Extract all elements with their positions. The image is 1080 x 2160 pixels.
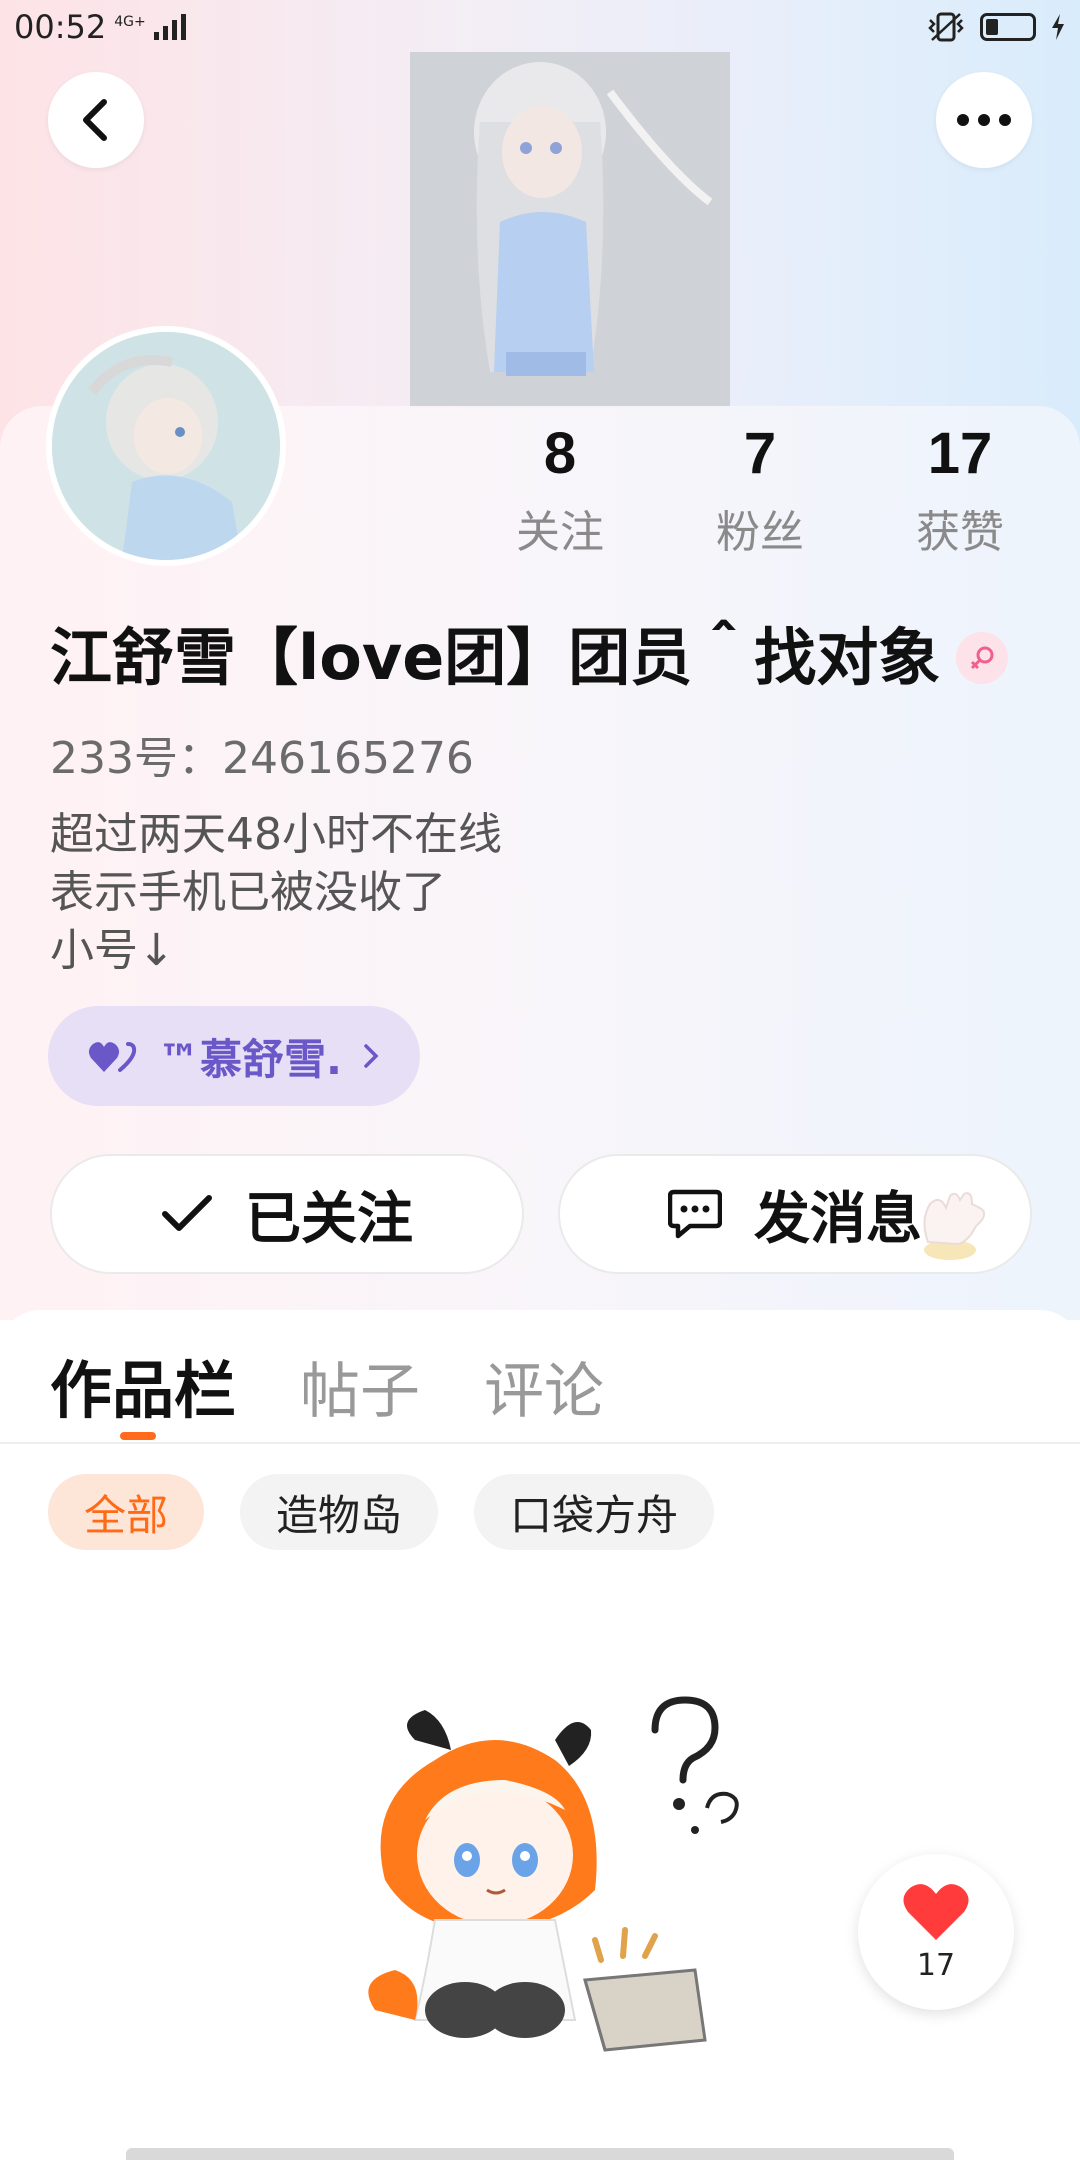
bio-line: 超过两天48小时不在线 xyxy=(50,809,502,860)
status-bar: 00:52 4G+ xyxy=(0,0,1080,54)
status-time: 00:52 xyxy=(14,8,107,46)
tab-works[interactable]: 作品栏 xyxy=(50,1340,236,1430)
username: 江舒雪【love团】团员＾找对象 xyxy=(50,618,1050,698)
chip-creation-island[interactable]: 造物岛 xyxy=(240,1474,439,1550)
tab-posts[interactable]: 帖子 xyxy=(300,1343,420,1430)
stat-fans[interactable]: 7 粉丝 xyxy=(690,420,830,560)
send-message-button[interactable]: 发消息 xyxy=(558,1154,1032,1274)
avatar[interactable] xyxy=(46,326,286,566)
filter-chips: 全部 造物岛 口袋方舟 xyxy=(48,1474,715,1550)
stat-likes-count: 17 xyxy=(927,421,993,486)
tab-comments[interactable]: 评论 xyxy=(484,1343,604,1430)
profile-banner-image xyxy=(410,52,730,408)
checkmark-icon xyxy=(162,1195,212,1231)
empty-state-illustration xyxy=(355,1680,755,2080)
following-label: 已关注 xyxy=(245,1186,413,1252)
more-button[interactable] xyxy=(936,72,1032,168)
user-bio: 超过两天48小时不在线 表示手机已被没收了 小号↓ xyxy=(50,806,502,980)
waving-hand-icon xyxy=(923,1192,986,1260)
stat-fans-count: 7 xyxy=(743,421,777,486)
chevron-left-icon xyxy=(83,99,107,141)
profile-stats: 8 关注 7 粉丝 17 获赞 xyxy=(490,420,1030,560)
network-label: 4G+ xyxy=(114,14,146,30)
chat-bubble-icon xyxy=(668,1189,722,1239)
bottom-partial-card xyxy=(126,2148,954,2160)
linked-account-button[interactable]: ™慕舒雪. xyxy=(48,1006,420,1106)
more-dots-icon xyxy=(957,114,1011,126)
linked-account-name: ™慕舒雪. xyxy=(158,1034,342,1084)
stat-following-count: 8 xyxy=(543,421,577,486)
stat-likes[interactable]: 17 获赞 xyxy=(890,420,1030,560)
bio-line: 小号↓ xyxy=(50,925,175,976)
heart-icon xyxy=(903,1883,969,1940)
chip-all[interactable]: 全部 xyxy=(48,1474,205,1550)
tabs-divider xyxy=(0,1442,1080,1444)
chip-pocket-ark[interactable]: 口袋方舟 xyxy=(474,1474,715,1550)
battery-icon xyxy=(980,13,1036,41)
stat-following-label: 关注 xyxy=(516,507,604,558)
chevron-right-icon xyxy=(364,1044,379,1068)
vibrate-icon xyxy=(928,12,964,42)
like-count: 17 xyxy=(916,1947,956,1983)
stat-following[interactable]: 8 关注 xyxy=(490,420,630,560)
back-button[interactable] xyxy=(48,72,144,168)
charging-icon xyxy=(1052,14,1064,40)
stat-likes-label: 获赞 xyxy=(916,507,1004,558)
following-button[interactable]: 已关注 xyxy=(50,1154,524,1274)
bio-line: 表示手机已被没收了 xyxy=(50,867,446,918)
stat-fans-label: 粉丝 xyxy=(716,507,804,558)
signal-icon xyxy=(153,14,186,40)
user-id: 233号：246165276 xyxy=(50,733,474,784)
female-gender-icon xyxy=(956,632,1009,684)
like-button[interactable]: 17 xyxy=(858,1854,1014,2010)
double-heart-icon xyxy=(88,1042,137,1072)
send-message-label: 发消息 xyxy=(754,1186,922,1252)
profile-tabs: 作品栏 帖子 评论 xyxy=(50,1340,604,1430)
username-text: 江舒雪【love团】团员＾找对象 xyxy=(50,621,941,694)
active-tab-indicator xyxy=(120,1432,156,1440)
